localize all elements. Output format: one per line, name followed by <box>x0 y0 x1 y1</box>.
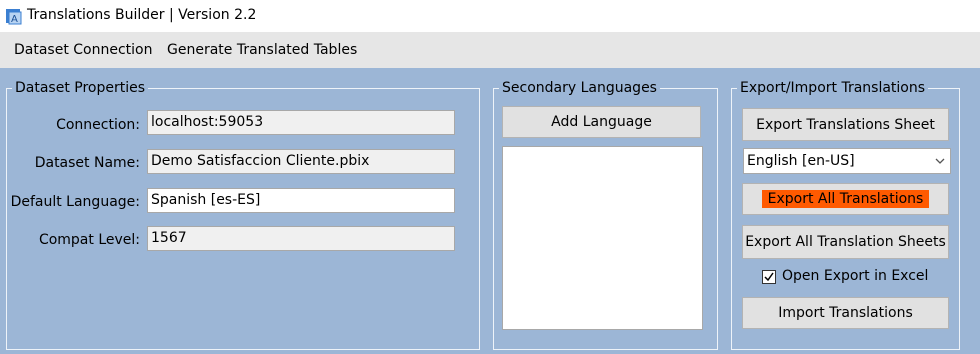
menu-bar: Dataset Connection Generate Translated T… <box>0 32 980 68</box>
export-translations-sheet-button[interactable]: Export Translations Sheet <box>742 108 949 141</box>
connection-field[interactable]: localhost:59053 <box>147 110 455 135</box>
add-language-button[interactable]: Add Language <box>502 106 701 138</box>
chevron-down-icon <box>935 158 945 164</box>
language-select-value: English [en-US] <box>747 153 855 169</box>
title-bar: A Translations Builder | Version 2.2 <box>0 0 980 32</box>
dataset-name-label: Dataset Name: <box>34 155 140 171</box>
connection-label: Connection: <box>56 117 140 133</box>
export-all-translations-label: Export All Translations <box>761 190 930 208</box>
menu-dataset-connection[interactable]: Dataset Connection <box>14 42 153 58</box>
secondary-languages-group: Secondary Languages Add Language <box>493 79 718 350</box>
export-import-title: Export/Import Translations <box>737 79 929 97</box>
dataset-name-field[interactable]: Demo Satisfaccion Cliente.pbix <box>147 149 455 174</box>
export-all-translation-sheets-button[interactable]: Export All Translation Sheets <box>742 225 949 259</box>
language-select[interactable]: English [en-US] <box>743 148 951 174</box>
compat-level-field[interactable]: 1567 <box>147 226 455 251</box>
import-translations-button[interactable]: Import Translations <box>742 297 949 329</box>
app-icon: A <box>6 9 22 25</box>
secondary-languages-title: Secondary Languages <box>499 79 660 97</box>
checkmark-icon <box>764 272 774 282</box>
open-in-excel-label[interactable]: Open Export in Excel <box>782 268 928 284</box>
dataset-properties-title: Dataset Properties <box>12 79 149 97</box>
svg-text:A: A <box>11 14 18 25</box>
window-title: Translations Builder | Version 2.2 <box>27 7 257 23</box>
default-language-field[interactable]: Spanish [es-ES] <box>147 188 455 213</box>
open-in-excel-checkbox[interactable] <box>762 270 776 284</box>
secondary-languages-list[interactable] <box>502 146 703 330</box>
default-language-label: Default Language: <box>10 194 140 210</box>
export-all-translations-button[interactable]: Export All Translations <box>742 183 949 215</box>
compat-level-label: Compat Level: <box>38 232 140 248</box>
dataset-properties-group: Dataset Properties Connection: localhost… <box>6 79 480 350</box>
export-import-group: Export/Import Translations Export Transl… <box>731 79 960 350</box>
menu-generate-translated-tables[interactable]: Generate Translated Tables <box>167 42 357 58</box>
main-panel: Dataset Properties Connection: localhost… <box>0 68 980 354</box>
